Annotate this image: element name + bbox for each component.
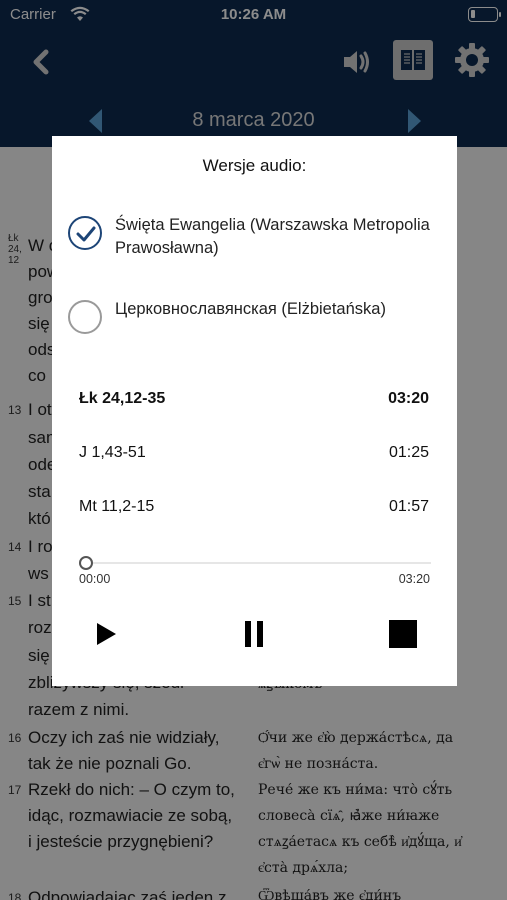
progress-track [79,562,431,564]
play-icon[interactable] [88,616,124,652]
track-name: Łk 24,12-35 [79,390,166,407]
elapsed-time: 00:00 [79,572,111,586]
audio-option-label: Święta Ewangelia (Warszawska Metropolia … [115,216,430,257]
progress-knob[interactable] [79,556,93,570]
track-name: J 1,43-51 [79,444,146,461]
total-time: 03:20 [398,572,430,586]
check-icon [76,226,96,242]
radio-unselected[interactable] [68,300,102,334]
pause-icon[interactable] [236,616,272,652]
dialog-title: Wersje audio: [202,156,307,175]
track-duration: 01:25 [388,444,429,461]
track-row[interactable]: J 1,43-51 01:25 [79,444,429,466]
track-row[interactable]: Mt 11,2-15 01:57 [79,498,429,520]
audio-versions-dialog: Wersje audio: Święta Ewangelia (Warszaws… [52,136,457,686]
radio-selected[interactable] [68,216,102,250]
audio-option-warszawska[interactable]: Święta Ewangelia (Warszawska Metropolia … [68,214,438,264]
audio-option-slavonic[interactable]: Церковнославянская (Elżbietańska) [68,298,438,348]
track-row[interactable]: Łk 24,12-35 03:20 [79,390,429,412]
track-name: Mt 11,2-15 [79,498,155,515]
track-duration: 03:20 [388,390,429,407]
track-duration: 01:57 [388,498,429,515]
stop-icon[interactable] [385,616,421,652]
audio-option-label: Церковнославянская (Elżbietańska) [115,300,386,318]
